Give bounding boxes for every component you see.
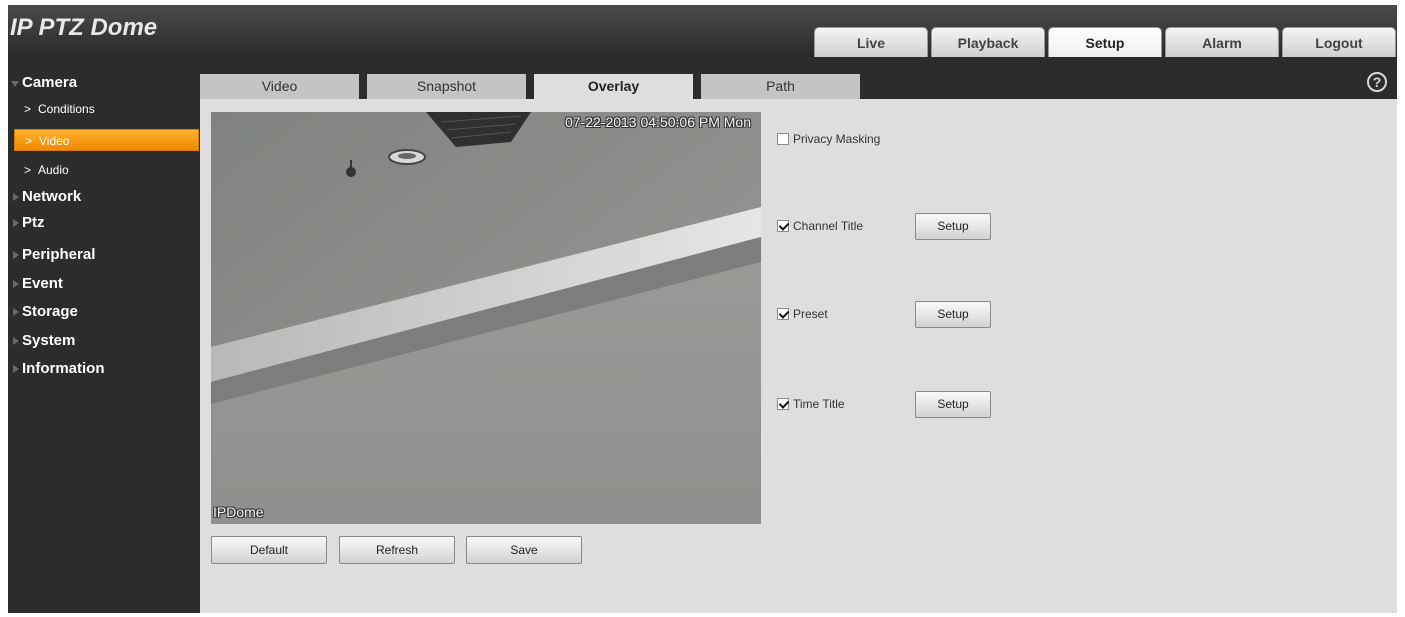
sidebar-item-label: Peripheral	[22, 246, 96, 263]
time-title-label: Time Title	[793, 397, 845, 411]
sidebar-item-label: System	[22, 332, 76, 349]
sidebar-item-peripheral[interactable]: Peripheral	[8, 243, 200, 267]
sidebar-item-label: Event	[22, 275, 63, 292]
sidebar-item-label: Storage	[22, 303, 78, 320]
preset-setup-button[interactable]: Setup	[915, 301, 991, 328]
privacy-masking-checkbox[interactable]	[777, 133, 789, 145]
sidebar-subitem-label: Audio	[38, 163, 69, 177]
sidebar: Camera > Conditions > Video > Audio Network…	[8, 57, 200, 613]
tab-live[interactable]: Live	[814, 27, 928, 57]
sidebar-item-system[interactable]: System	[8, 329, 200, 353]
chevron-right-icon: >	[25, 134, 33, 148]
sidebar-item-label: Ptz	[22, 214, 45, 231]
tab-setup[interactable]: Setup	[1048, 27, 1162, 57]
sidebar-item-camera[interactable]: Camera	[8, 71, 200, 95]
sidebar-item-ptz[interactable]: Ptz	[8, 211, 200, 235]
tab-logout[interactable]: Logout	[1282, 27, 1396, 57]
sidebar-item-event[interactable]: Event	[8, 272, 200, 296]
tab-overlay[interactable]: Overlay	[534, 74, 693, 99]
tab-playback[interactable]: Playback	[931, 27, 1045, 57]
top-header: IP PTZ Dome Live Playback Setup Alarm Lo…	[8, 5, 1397, 57]
sidebar-item-network[interactable]: Network	[8, 185, 200, 209]
help-icon[interactable]: ?	[1367, 72, 1387, 92]
osd-timestamp: 07-22-2013 04:50:06 PM Mon	[564, 114, 751, 130]
time-title-setup-button[interactable]: Setup	[915, 391, 991, 418]
save-button[interactable]: Save	[466, 536, 582, 564]
sidebar-item-storage[interactable]: Storage	[8, 300, 200, 324]
chevron-right-icon: >	[24, 102, 32, 116]
sidebar-subitem-label: Conditions	[38, 102, 95, 116]
tab-alarm[interactable]: Alarm	[1165, 27, 1279, 57]
camera-scene-image	[211, 112, 761, 524]
collapsed-arrow-icon	[13, 308, 19, 316]
collapsed-arrow-icon	[13, 337, 19, 345]
expanded-arrow-icon	[11, 81, 19, 87]
sidebar-item-information[interactable]: Information	[8, 357, 200, 381]
tab-path[interactable]: Path	[701, 74, 860, 99]
sidebar-subitem-video[interactable]: > Video	[14, 129, 199, 151]
chevron-right-icon: >	[24, 163, 32, 177]
preset-checkbox[interactable]	[777, 308, 789, 320]
collapsed-arrow-icon	[13, 219, 19, 227]
collapsed-arrow-icon	[13, 193, 19, 201]
collapsed-arrow-icon	[13, 280, 19, 288]
main-content: Video Snapshot Overlay Path ? 07-22-2013…	[200, 57, 1397, 613]
app-title: IP PTZ Dome	[10, 14, 158, 41]
sidebar-subitem-label: Video	[39, 134, 70, 148]
channel-title-setup-button[interactable]: Setup	[915, 213, 991, 240]
privacy-masking-label: Privacy Masking	[793, 132, 881, 146]
overlay-panel: 07-22-2013 04:50:06 PM Mon IPDome Defaul…	[200, 99, 1397, 613]
preset-label: Preset	[793, 307, 828, 321]
tab-snapshot[interactable]: Snapshot	[367, 74, 526, 99]
collapsed-arrow-icon	[13, 365, 19, 373]
osd-channel-title: IPDome	[213, 504, 264, 520]
sidebar-subitem-audio[interactable]: > Audio	[14, 159, 199, 181]
sidebar-item-label: Network	[22, 188, 82, 205]
channel-title-label: Channel Title	[793, 219, 864, 233]
time-title-checkbox[interactable]	[777, 398, 789, 410]
video-preview[interactable]: 07-22-2013 04:50:06 PM Mon IPDome	[211, 112, 761, 524]
sidebar-subitem-conditions[interactable]: > Conditions	[14, 98, 199, 120]
sidebar-item-label: Information	[22, 360, 105, 377]
refresh-button[interactable]: Refresh	[339, 536, 455, 564]
sidebar-item-label: Camera	[22, 74, 78, 91]
channel-title-checkbox[interactable]	[777, 220, 789, 232]
collapsed-arrow-icon	[13, 251, 19, 259]
default-button[interactable]: Default	[211, 536, 327, 564]
tab-video[interactable]: Video	[200, 74, 359, 99]
